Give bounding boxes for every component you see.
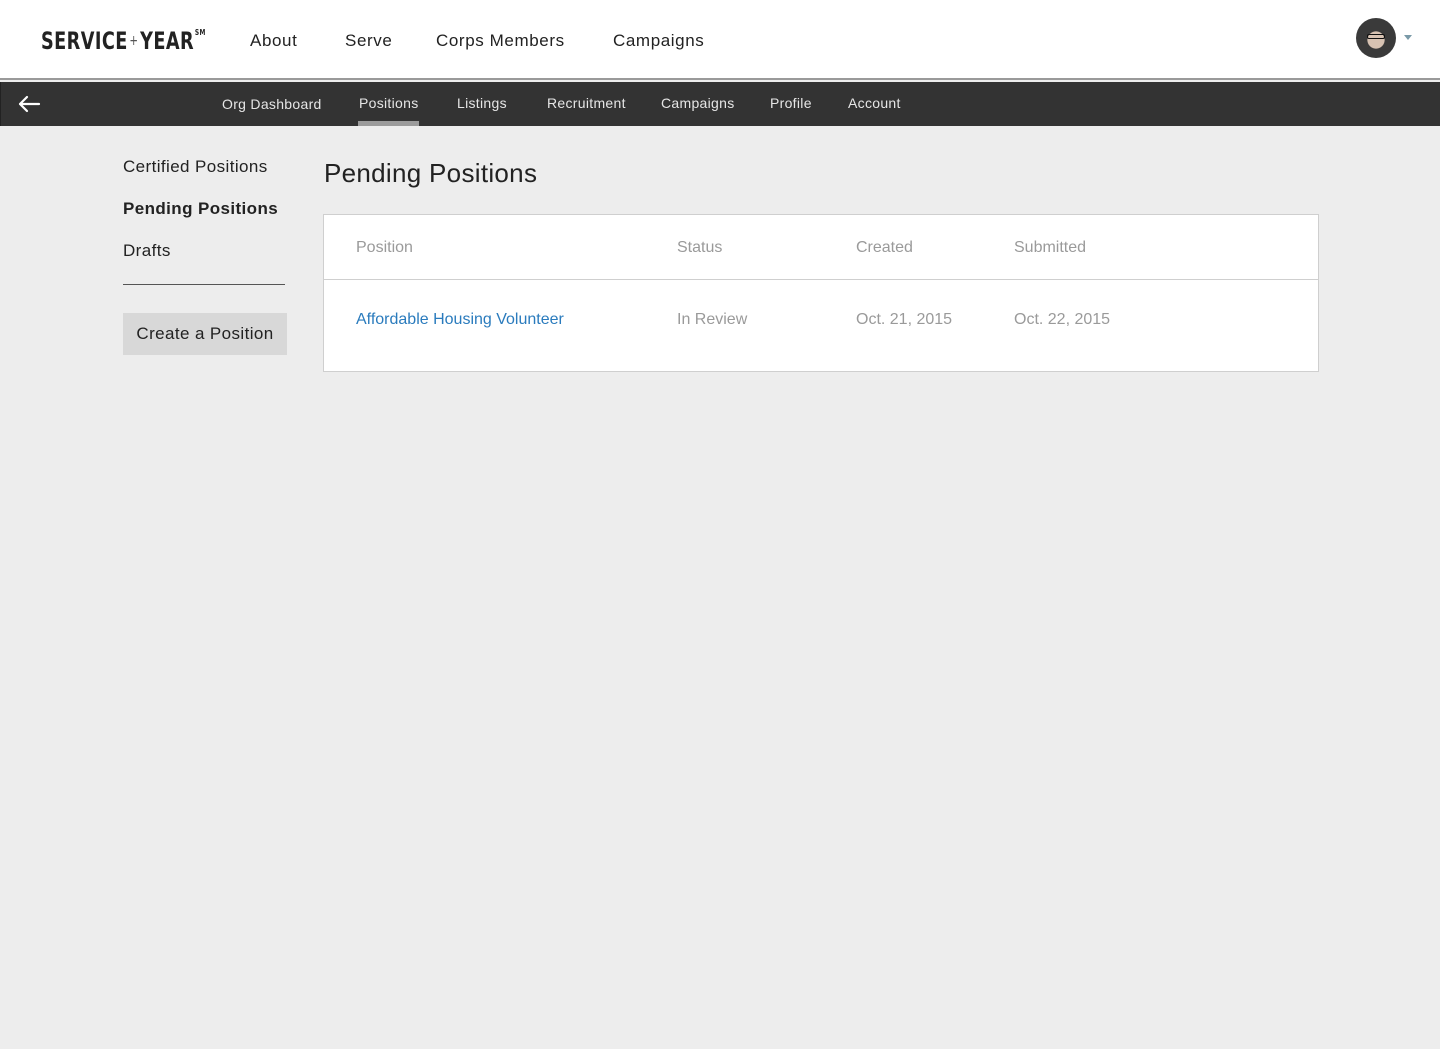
nav-serve[interactable]: Serve bbox=[345, 31, 392, 51]
active-tab-indicator bbox=[358, 121, 419, 126]
avatar-glasses bbox=[1367, 34, 1385, 39]
column-header-position[interactable]: Position bbox=[356, 239, 413, 257]
created-date-cell: Oct. 21, 2015 bbox=[856, 311, 953, 328]
user-avatar[interactable] bbox=[1356, 18, 1396, 58]
sidebar-item-pending-positions[interactable]: Pending Positions bbox=[123, 199, 278, 219]
status-cell: In Review bbox=[677, 311, 748, 328]
sidebar-divider bbox=[123, 284, 285, 285]
sidebar-item-certified-positions[interactable]: Certified Positions bbox=[123, 157, 268, 177]
submitted-date-cell: Oct. 22, 2015 bbox=[1014, 311, 1111, 328]
nav-corps-members[interactable]: Corps Members bbox=[436, 31, 565, 51]
logo-plus: + bbox=[129, 33, 139, 49]
nav-campaigns[interactable]: Campaigns bbox=[613, 31, 704, 51]
tab-account[interactable]: Account bbox=[848, 95, 901, 111]
top-header: SERVICE +YEARSM About Serve Corps Members… bbox=[0, 0, 1440, 80]
chevron-down-icon[interactable] bbox=[1404, 35, 1412, 40]
position-link[interactable]: Affordable Housing Volunteer bbox=[356, 311, 564, 329]
tab-campaigns[interactable]: Campaigns bbox=[661, 95, 735, 111]
positions-table: Position Status Created Submitted Afford… bbox=[323, 214, 1319, 372]
service-year-logo[interactable]: SERVICE +YEARSM bbox=[41, 27, 206, 55]
logo-text-year: YEAR bbox=[140, 27, 194, 55]
column-header-submitted[interactable]: Submitted bbox=[1014, 239, 1086, 257]
column-header-status[interactable]: Status bbox=[677, 239, 722, 257]
tab-listings[interactable]: Listings bbox=[457, 95, 507, 111]
arrow-left-icon[interactable] bbox=[17, 94, 41, 114]
tab-positions[interactable]: Positions bbox=[359, 95, 419, 111]
sub-nav: Org Dashboard Positions Listings Recruit… bbox=[0, 82, 1440, 126]
tab-recruitment[interactable]: Recruitment bbox=[547, 95, 626, 111]
sidebar-item-drafts[interactable]: Drafts bbox=[123, 241, 171, 261]
nav-about[interactable]: About bbox=[250, 31, 297, 51]
tab-org-dashboard[interactable]: Org Dashboard bbox=[222, 96, 322, 112]
table-header: Position Status Created Submitted bbox=[324, 215, 1318, 280]
tab-profile[interactable]: Profile bbox=[770, 95, 812, 111]
page-title: Pending Positions bbox=[324, 158, 538, 188]
logo-sm-mark: SM bbox=[194, 28, 206, 37]
create-position-button[interactable]: Create a Position bbox=[123, 313, 287, 355]
column-header-created[interactable]: Created bbox=[856, 239, 913, 257]
logo-text-service: SERVICE bbox=[41, 27, 128, 55]
